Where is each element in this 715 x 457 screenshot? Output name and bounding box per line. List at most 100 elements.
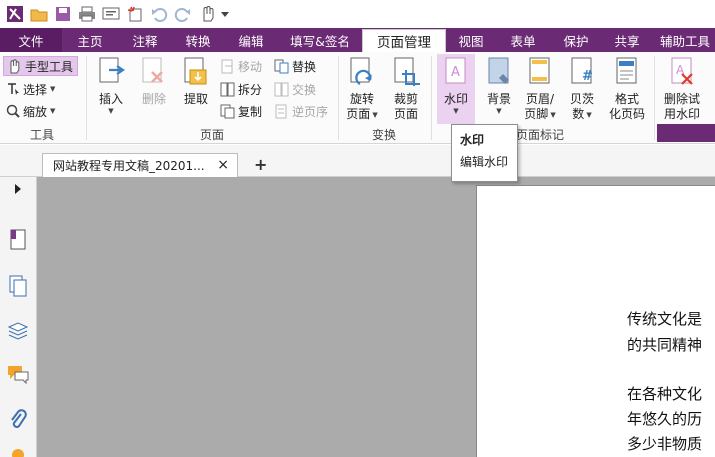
- tab-form[interactable]: 表单: [496, 28, 550, 52]
- comment-icon: [8, 366, 29, 384]
- tab-edit[interactable]: 编辑: [224, 28, 278, 52]
- insert-page-button[interactable]: 插入 ▼: [94, 56, 128, 115]
- app-logo-icon: [4, 4, 25, 25]
- reverse-page-button[interactable]: 逆页序: [274, 101, 328, 121]
- exchange-label: 交换: [292, 82, 317, 97]
- stacked-pages-icon: [9, 275, 27, 297]
- comments-panel-button[interactable]: [6, 361, 30, 387]
- new-document-icon[interactable]: [124, 4, 145, 25]
- print-icon[interactable]: [76, 4, 97, 25]
- zoom-tool-button[interactable]: 缩放 ▼: [6, 101, 55, 121]
- quick-access-toolbar: [0, 0, 715, 28]
- crop-page-button[interactable]: 裁剪 页面: [388, 56, 424, 122]
- exchange-page-button[interactable]: 交换: [274, 79, 316, 99]
- crop-label-2: 页面: [393, 107, 418, 121]
- select-tool-button[interactable]: 选择 ▼: [6, 79, 55, 99]
- insert-page-icon: [99, 57, 125, 83]
- page-text-line: 的共同精神: [627, 336, 703, 354]
- hand-icon: [10, 59, 20, 74]
- header-footer-button[interactable]: 页眉/ 页脚 ▼: [520, 56, 560, 122]
- background-button[interactable]: 背景 ▼: [481, 56, 517, 115]
- screen-icon[interactable]: [100, 4, 121, 25]
- copy-label: 复制: [238, 104, 263, 119]
- tab-accessibility[interactable]: 辅助工具: [652, 28, 715, 52]
- layers-panel-button[interactable]: [6, 317, 30, 343]
- divider: [86, 56, 87, 140]
- replace-page-button[interactable]: 替换: [274, 56, 316, 76]
- page-text-line: 传统文化是: [627, 310, 703, 328]
- header-footer-icon: [529, 57, 550, 84]
- hand-tool-button[interactable]: 手型工具: [3, 56, 79, 76]
- expand-panel-button[interactable]: [6, 179, 30, 199]
- delete-page-button[interactable]: 删除: [137, 56, 171, 107]
- rotate-page-button[interactable]: 旋转 页面 ▼: [344, 56, 380, 122]
- save-icon[interactable]: [52, 4, 73, 25]
- crop-label-1: 裁剪: [393, 92, 418, 106]
- copy-page-icon: [220, 104, 235, 118]
- background-icon: [488, 57, 509, 84]
- tab-share[interactable]: 共享: [602, 28, 652, 52]
- page-text-line: 多少非物质: [627, 435, 703, 453]
- tab-fill-sign[interactable]: 填写&签名: [278, 28, 362, 52]
- tab-convert[interactable]: 转换: [172, 28, 224, 52]
- bates-number-button[interactable]: # 贝茨 数 ▼: [564, 56, 600, 122]
- chevron-down-icon: ▼: [50, 85, 56, 93]
- hand-tool-quick-icon[interactable]: [196, 4, 217, 25]
- ribbon-body: 手型工具 选择 ▼ 缩放 ▼ 工具 插入 ▼ 删除 提取 移动 拆分 复制 替换: [0, 52, 715, 144]
- tab-file[interactable]: 文件: [0, 28, 62, 52]
- paperclip-icon: [11, 409, 27, 428]
- remove-trial-watermark-button[interactable]: A 删除试 用水印: [660, 56, 704, 122]
- replace-label: 替换: [292, 59, 317, 74]
- document-tab[interactable]: 网站教程专用文稿_20201... ×: [42, 153, 238, 177]
- tab-page-management[interactable]: 页面管理: [362, 29, 446, 52]
- chevron-down-icon: ▼: [372, 110, 378, 119]
- page-text-line: 在各种文化: [627, 385, 703, 403]
- layers-pages-button[interactable]: [6, 273, 30, 299]
- bates-number-icon: #: [571, 57, 593, 84]
- svg-text:A: A: [451, 65, 460, 80]
- group-label-transform: 变换: [371, 128, 396, 142]
- remove-watermark-label-2: 用水印: [663, 107, 700, 121]
- watermark-dropdown-menu: 水印 编辑水印: [451, 124, 518, 182]
- tab-comment[interactable]: 注释: [118, 28, 172, 52]
- split-page-button[interactable]: 拆分: [220, 79, 262, 99]
- zoom-icon: [6, 104, 20, 118]
- hand-tool-label: 手型工具: [25, 59, 74, 74]
- tab-view[interactable]: 视图: [446, 28, 496, 52]
- background-label: 背景: [486, 92, 511, 106]
- document-page[interactable]: 传统文化是 的共同精神 在各种文化 年悠久的历 多少非物质: [476, 185, 715, 457]
- exchange-page-icon: [274, 82, 289, 96]
- undo-icon[interactable]: [148, 4, 169, 25]
- format-page-number-button[interactable]: 格式 化页码: [605, 56, 649, 122]
- watermark-button[interactable]: A 水印 ▼: [437, 54, 475, 124]
- open-folder-icon[interactable]: [28, 4, 49, 25]
- chevron-down-icon: ▼: [50, 107, 56, 115]
- bates-label-1: 贝茨: [569, 92, 594, 106]
- pages-panel-button[interactable]: [6, 227, 30, 253]
- reverse-page-icon: [275, 104, 287, 118]
- insert-label: 插入: [98, 92, 123, 106]
- signature-icon: [12, 449, 24, 457]
- redo-icon[interactable]: [172, 4, 193, 25]
- page-thumbnail-icon: [10, 229, 26, 250]
- overflow-button[interactable]: [707, 56, 715, 116]
- close-icon[interactable]: ×: [217, 157, 229, 173]
- rotate-page-icon: [350, 57, 372, 85]
- header-footer-label-1: 页眉/: [525, 92, 555, 106]
- signature-panel-button[interactable]: [6, 443, 30, 457]
- tab-home[interactable]: 主页: [62, 28, 118, 52]
- document-tab-bar: 网站教程专用文稿_20201... × +: [0, 145, 715, 177]
- new-tab-button[interactable]: +: [254, 155, 267, 174]
- tab-protect[interactable]: 保护: [550, 28, 602, 52]
- menu-item-edit-watermark[interactable]: 编辑水印: [452, 151, 517, 173]
- delete-page-icon: [142, 57, 163, 83]
- attachments-panel-button[interactable]: [6, 407, 30, 433]
- chevron-down-icon: ▼: [550, 110, 556, 119]
- move-page-button[interactable]: 移动: [220, 56, 262, 76]
- extract-page-button[interactable]: 提取: [179, 56, 213, 107]
- extract-page-icon: [184, 57, 207, 85]
- copy-page-button[interactable]: 复制: [220, 101, 262, 121]
- customize-dropdown-icon[interactable]: [220, 4, 230, 25]
- chevron-down-icon: ▼: [496, 107, 502, 115]
- document-tab-title: 网站教程专用文稿_20201...: [53, 159, 205, 173]
